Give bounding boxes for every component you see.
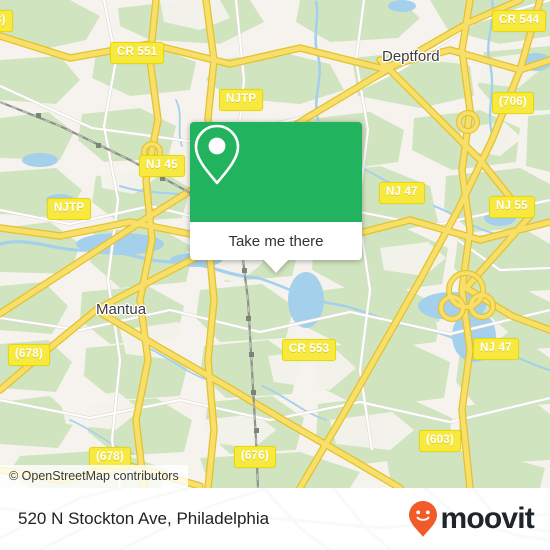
map-canvas[interactable]: 3))CR 551CR 544NJTP(706)NJ 45NJ 47NJ 55N…: [0, 0, 550, 488]
moovit-logo[interactable]: moovit: [408, 500, 535, 538]
shield-603: (603): [419, 430, 461, 452]
shield-njtp-top: NJTP: [219, 89, 264, 111]
shield-676: (676): [234, 446, 276, 468]
take-me-there-button[interactable]: Take me there: [190, 222, 362, 260]
shield-nj-47-upper: NJ 47: [379, 182, 425, 204]
place-label-mantua: Mantua: [96, 301, 147, 318]
location-pin-icon: [194, 124, 240, 185]
map-screenshot-root: 3))CR 551CR 544NJTP(706)NJ 45NJ 47NJ 55N…: [0, 0, 550, 550]
shield-706: (706): [492, 92, 534, 114]
shield-cr-544: CR 544: [492, 10, 547, 32]
place-label-deptford: Deptford: [382, 48, 440, 65]
shield-njtp-left: NJTP: [47, 198, 92, 220]
osm-attribution[interactable]: © OpenStreetMap contributors: [0, 465, 188, 488]
shield-nj-45: NJ 45: [139, 155, 185, 177]
shield-nj-47-lower: NJ 47: [473, 338, 519, 360]
popup-image-area: [190, 122, 362, 222]
footer-bar: 520 N Stockton Ave, Philadelphia moovit: [0, 488, 550, 550]
destination-popup-card[interactable]: Take me there: [190, 122, 362, 273]
shield-cr-553: CR 553: [282, 339, 337, 361]
shield-cr-551: CR 551: [110, 42, 165, 64]
popup-pointer-tail: [263, 259, 289, 273]
moovit-smiley-pin-icon: [409, 501, 438, 537]
moovit-wordmark: moovit: [440, 502, 534, 535]
shield-partial-left-top: 3): [0, 10, 13, 32]
shield-678-left: (678): [8, 344, 50, 366]
shield-nj-55: NJ 55: [489, 196, 535, 218]
take-me-there-label: Take me there: [228, 232, 324, 250]
osm-attribution-label: © OpenStreetMap contributors: [9, 469, 179, 483]
address-label: 520 N Stockton Ave, Philadelphia: [18, 509, 270, 528]
